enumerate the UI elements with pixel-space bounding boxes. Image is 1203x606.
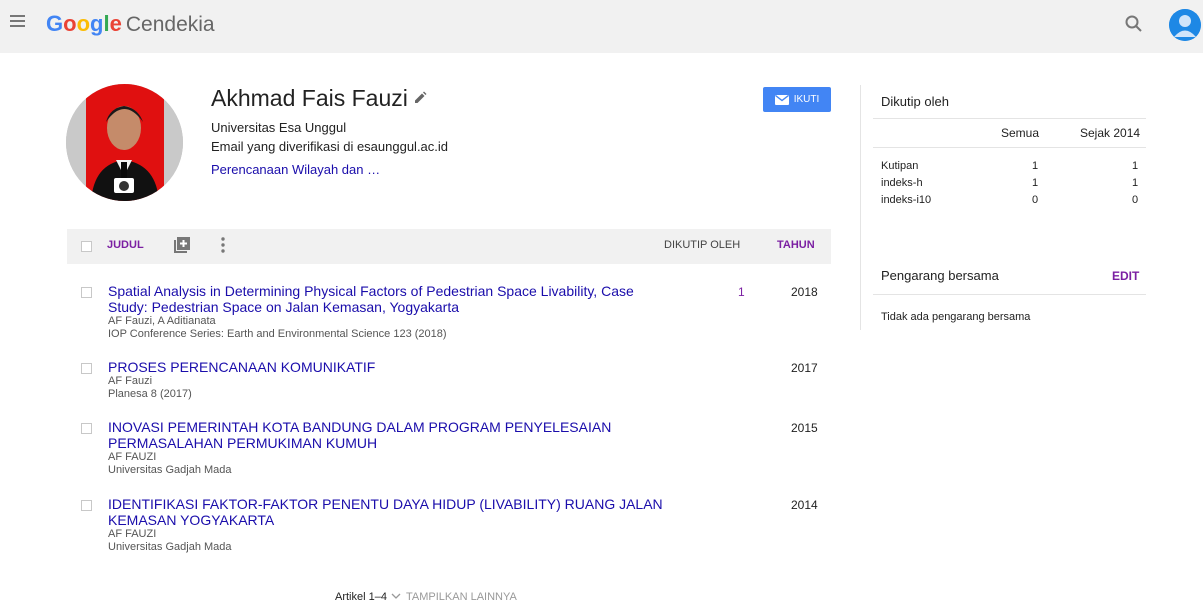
articles-table-header: JUDUL DIKUTIP OLEH TAHUN [67, 229, 831, 264]
envelope-icon [774, 94, 789, 105]
article-title-link[interactable]: INOVASI PEMERINTAH KOTA BANDUNG DALAM PR… [108, 419, 668, 451]
stats-col-since: Sejak 2014 [1080, 126, 1141, 140]
column-divider [860, 85, 861, 330]
stat-label-citations[interactable]: Kutipan [881, 160, 918, 172]
search-icon[interactable] [1124, 14, 1144, 34]
article-row: Spatial Analysis in Determining Physical… [67, 283, 831, 343]
add-article-icon[interactable] [174, 237, 190, 253]
hamburger-menu-icon[interactable] [10, 15, 28, 31]
article-row: IDENTIFIKASI FAKTOR-FAKTOR PENENTU DAYA … [67, 496, 831, 556]
stat-i10-index-all: 0 [1032, 194, 1039, 206]
article-year: 2017 [791, 361, 818, 375]
article-year: 2014 [791, 498, 818, 512]
sort-by-title[interactable]: JUDUL [107, 239, 144, 251]
chevron-down-icon [391, 591, 401, 603]
more-options-icon[interactable] [219, 236, 227, 254]
stats-col-all: Semua [1001, 126, 1040, 140]
article-venue: IOP Conference Series: Earth and Environ… [108, 328, 447, 340]
show-more-label: TAMPILKAN LAINNYA [406, 591, 517, 603]
article-title-link[interactable]: IDENTIFIKASI FAKTOR-FAKTOR PENENTU DAYA … [108, 496, 668, 528]
article-checkbox[interactable] [81, 363, 92, 374]
research-interest-link[interactable]: Perencanaan Wilayah dan … [211, 162, 380, 177]
show-more-button[interactable]: TAMPILKAN LAINNYA [391, 591, 517, 603]
brand-product-name: Cendekia [125, 13, 215, 36]
article-venue: Universitas Gadjah Mada [108, 464, 232, 476]
article-venue: Planesa 8 (2017) [108, 388, 192, 400]
google-scholar-logo[interactable]: Google Cendekia [46, 11, 215, 37]
profile-affiliation: Universitas Esa Unggul [211, 120, 347, 135]
article-authors: AF FAUZI [108, 528, 157, 540]
article-venue: Universitas Gadjah Mada [108, 541, 232, 553]
article-row: PROSES PERENCANAAN KOMUNIKATIF AF Fauzi … [67, 359, 831, 403]
stat-h-index-all: 1 [1032, 177, 1039, 189]
article-range-label: Artikel 1–4 [335, 591, 387, 603]
follow-button-label: IKUTI [793, 94, 820, 105]
profile-email: Email yang diverifikasi di esaunggul.ac.… [211, 139, 449, 154]
stat-citations-all: 1 [1032, 160, 1039, 172]
divider [873, 294, 1146, 295]
edit-pencil-icon[interactable] [413, 91, 427, 105]
stat-h-index-since: 1 [1132, 177, 1139, 189]
article-authors: AF Fauzi, A Aditianata [108, 315, 216, 327]
coauthors-heading: Pengarang bersama [881, 268, 999, 283]
article-checkbox[interactable] [81, 500, 92, 511]
article-authors: AF FAUZI [108, 451, 157, 463]
stat-label-h-index[interactable]: indeks-h [881, 177, 923, 189]
sort-by-cited[interactable]: DIKUTIP OLEH [664, 239, 740, 251]
article-title-link[interactable]: Spatial Analysis in Determining Physical… [108, 283, 668, 315]
article-cited-count[interactable]: 1 [738, 285, 745, 299]
article-checkbox[interactable] [81, 423, 92, 434]
select-all-checkbox[interactable] [81, 241, 92, 252]
article-title-link[interactable]: PROSES PERENCANAAN KOMUNIKATIF [108, 359, 668, 375]
divider [873, 147, 1146, 148]
sort-by-year[interactable]: TAHUN [777, 239, 815, 251]
article-checkbox[interactable] [81, 287, 92, 298]
article-year: 2018 [791, 285, 818, 299]
follow-button[interactable]: IKUTI [763, 87, 831, 112]
divider [873, 118, 1146, 119]
profile-name: Akhmad Fais Fauzi [211, 85, 408, 111]
stat-label-i10-index[interactable]: indeks-i10 [881, 194, 931, 206]
article-year: 2015 [791, 421, 818, 435]
top-app-bar: Google Cendekia [0, 0, 1203, 53]
article-row: INOVASI PEMERINTAH KOTA BANDUNG DALAM PR… [67, 419, 831, 479]
stat-i10-index-since: 0 [1132, 194, 1139, 206]
no-coauthors-text: Tidak ada pengarang bersama [881, 311, 1031, 323]
stat-citations-since: 1 [1132, 160, 1139, 172]
account-avatar-icon[interactable] [1169, 9, 1201, 41]
article-authors: AF Fauzi [108, 375, 153, 387]
profile-photo[interactable] [66, 84, 183, 201]
edit-coauthors-button[interactable]: EDIT [1112, 269, 1139, 283]
cited-by-heading: Dikutip oleh [881, 94, 949, 109]
